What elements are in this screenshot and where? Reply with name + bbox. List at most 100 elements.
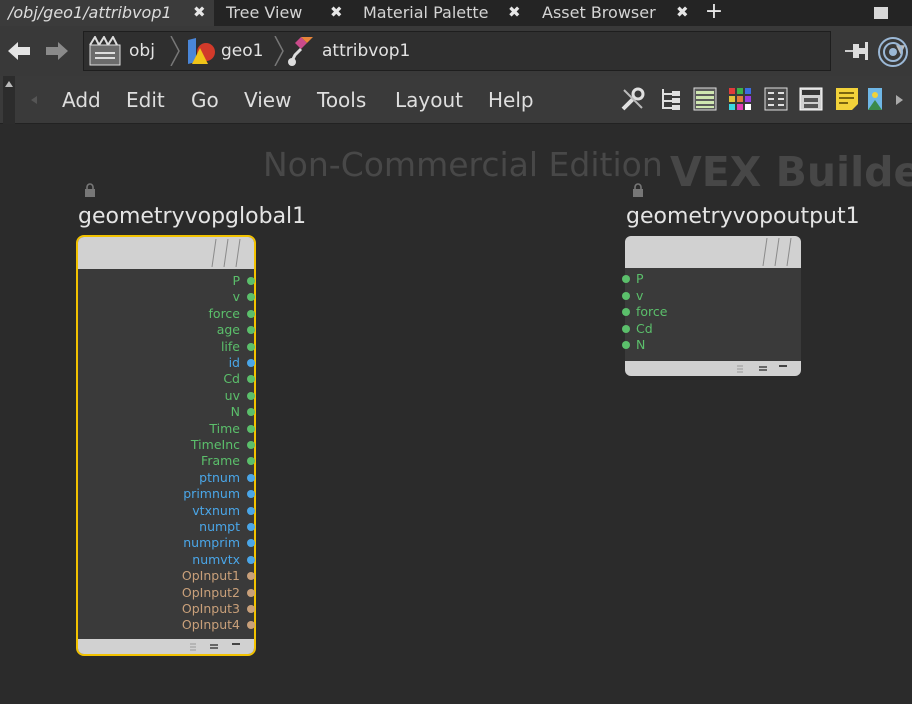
port-connector-icon[interactable] xyxy=(247,309,255,318)
port-connector-icon[interactable] xyxy=(247,391,255,400)
node-header[interactable] xyxy=(78,237,254,269)
color-grid-icon[interactable] xyxy=(727,86,753,112)
close-icon[interactable]: ✖ xyxy=(508,0,521,25)
output-port-timeinc[interactable]: TimeInc xyxy=(78,437,255,453)
input-port-v[interactable]: v xyxy=(622,288,801,304)
port-connector-icon[interactable] xyxy=(247,572,255,581)
scroll-handle[interactable] xyxy=(3,76,15,124)
port-connector-icon[interactable] xyxy=(622,308,630,316)
menu-go[interactable]: Go xyxy=(191,88,219,112)
port-connector-icon[interactable] xyxy=(247,473,255,482)
output-port-force[interactable]: force xyxy=(78,306,255,322)
camera-link-icon[interactable] xyxy=(877,36,909,68)
pin-icon[interactable] xyxy=(843,40,871,62)
port-connector-icon[interactable] xyxy=(622,291,630,300)
node-footer-icons[interactable] xyxy=(733,364,797,373)
output-port-cd[interactable]: Cd xyxy=(78,371,255,387)
port-connector-icon[interactable] xyxy=(247,457,255,466)
port-connector-icon[interactable] xyxy=(247,506,255,515)
tab-tree-view[interactable]: Tree View ✖ xyxy=(218,0,353,26)
input-port-cd[interactable]: Cd xyxy=(622,321,801,337)
node-flags-icon[interactable] xyxy=(204,239,244,267)
node-title-output[interactable]: geometryvopoutput1 xyxy=(626,204,860,229)
output-port-opinput4[interactable]: OpInput4 xyxy=(78,617,255,633)
port-connector-icon[interactable] xyxy=(622,324,630,333)
input-port-p[interactable]: P xyxy=(622,271,801,287)
node-header[interactable] xyxy=(625,236,801,268)
output-port-vtxnum[interactable]: vtxnum xyxy=(78,503,255,519)
output-port-primnum[interactable]: primnum xyxy=(78,486,255,502)
arrow-right-icon[interactable] xyxy=(896,95,903,105)
node-geometryvopoutput[interactable]: Pv force Cd N xyxy=(622,236,801,376)
tab-network-editor[interactable]: /obj/geo1/attribvop1 ✖ xyxy=(0,0,214,26)
output-port-uv[interactable]: uv xyxy=(78,388,255,404)
image-icon[interactable] xyxy=(866,86,884,112)
arrow-left-icon[interactable] xyxy=(31,96,37,104)
output-port-opinput1[interactable]: OpInput1 xyxy=(78,568,255,584)
tree-icon[interactable] xyxy=(657,86,683,112)
parameters-icon[interactable] xyxy=(763,86,789,112)
port-connector-icon[interactable] xyxy=(247,277,255,285)
input-port-n[interactable]: N xyxy=(622,337,801,353)
node-footer-icons[interactable] xyxy=(186,642,250,651)
port-connector-icon[interactable] xyxy=(622,341,630,349)
menu-edit[interactable]: Edit xyxy=(126,88,165,112)
breadcrumb-geo1[interactable]: geo1 xyxy=(182,32,274,70)
output-port-numpt[interactable]: numpt xyxy=(78,519,255,535)
node-flags-icon[interactable] xyxy=(755,238,795,266)
close-icon[interactable]: ✖ xyxy=(330,0,343,25)
output-port-time[interactable]: Time xyxy=(78,421,255,437)
wrench-icon[interactable] xyxy=(620,86,646,112)
output-port-n[interactable]: N xyxy=(78,404,255,420)
menu-tools[interactable]: Tools xyxy=(317,88,366,112)
port-connector-icon[interactable] xyxy=(247,539,255,548)
output-port-opinput3[interactable]: OpInput3 xyxy=(78,601,255,617)
forward-arrow-icon[interactable] xyxy=(44,39,70,63)
output-port-numvtx[interactable]: numvtx xyxy=(78,552,255,568)
port-connector-icon[interactable] xyxy=(247,621,255,630)
port-connector-icon[interactable] xyxy=(247,293,255,302)
tab-asset-browser[interactable]: Asset Browser ✖ xyxy=(534,0,700,26)
port-connector-icon[interactable] xyxy=(247,605,255,613)
sticky-note-icon[interactable] xyxy=(834,86,860,112)
port-connector-icon[interactable] xyxy=(247,424,255,433)
port-connector-icon[interactable] xyxy=(247,326,255,335)
menu-help[interactable]: Help xyxy=(488,88,534,112)
close-icon[interactable]: ✖ xyxy=(676,0,689,25)
port-connector-icon[interactable] xyxy=(247,523,255,531)
port-connector-icon[interactable] xyxy=(247,588,255,597)
port-connector-icon[interactable] xyxy=(247,490,255,499)
lock-icon[interactable] xyxy=(632,183,644,197)
menu-add[interactable]: Add xyxy=(62,88,101,112)
tab-material-palette[interactable]: Material Palette ✖ xyxy=(355,0,532,26)
port-connector-icon[interactable] xyxy=(247,408,255,417)
add-tab-button[interactable]: + xyxy=(704,0,724,26)
layout-icon[interactable] xyxy=(798,86,824,112)
panel-menu-icon[interactable] xyxy=(874,7,888,19)
breadcrumb-attribvop1[interactable]: attribvop1 xyxy=(287,32,447,70)
menu-view[interactable]: View xyxy=(244,88,291,112)
node-title-global[interactable]: geometryvopglobal1 xyxy=(78,204,306,229)
output-port-frame[interactable]: Frame xyxy=(78,453,255,469)
output-port-numprim[interactable]: numprim xyxy=(78,535,255,551)
path-field[interactable]: obj geo1 attribvop1 ▼ xyxy=(83,31,905,71)
port-connector-icon[interactable] xyxy=(247,359,255,367)
input-port-force[interactable]: force xyxy=(622,304,801,320)
port-connector-icon[interactable] xyxy=(247,375,255,384)
port-connector-icon[interactable] xyxy=(247,555,255,564)
node-geometryvopglobal[interactable]: Pv force age life id Cd uv N Time TimeInc Frame ptn… xyxy=(76,235,256,656)
output-port-id[interactable]: id xyxy=(78,355,255,371)
output-port-p[interactable]: P xyxy=(78,273,255,289)
output-port-v[interactable]: v xyxy=(78,289,255,305)
lock-icon[interactable] xyxy=(84,183,96,197)
output-port-opinput2[interactable]: OpInput2 xyxy=(78,585,255,601)
output-port-ptnum[interactable]: ptnum xyxy=(78,470,255,486)
output-port-age[interactable]: age xyxy=(78,322,255,338)
menu-layout[interactable]: Layout xyxy=(395,88,463,112)
output-port-life[interactable]: life xyxy=(78,339,255,355)
back-arrow-icon[interactable] xyxy=(6,39,32,63)
port-connector-icon[interactable] xyxy=(622,275,630,283)
breadcrumb-obj[interactable]: obj xyxy=(84,32,170,70)
port-connector-icon[interactable] xyxy=(247,441,255,449)
port-connector-icon[interactable] xyxy=(247,342,255,351)
